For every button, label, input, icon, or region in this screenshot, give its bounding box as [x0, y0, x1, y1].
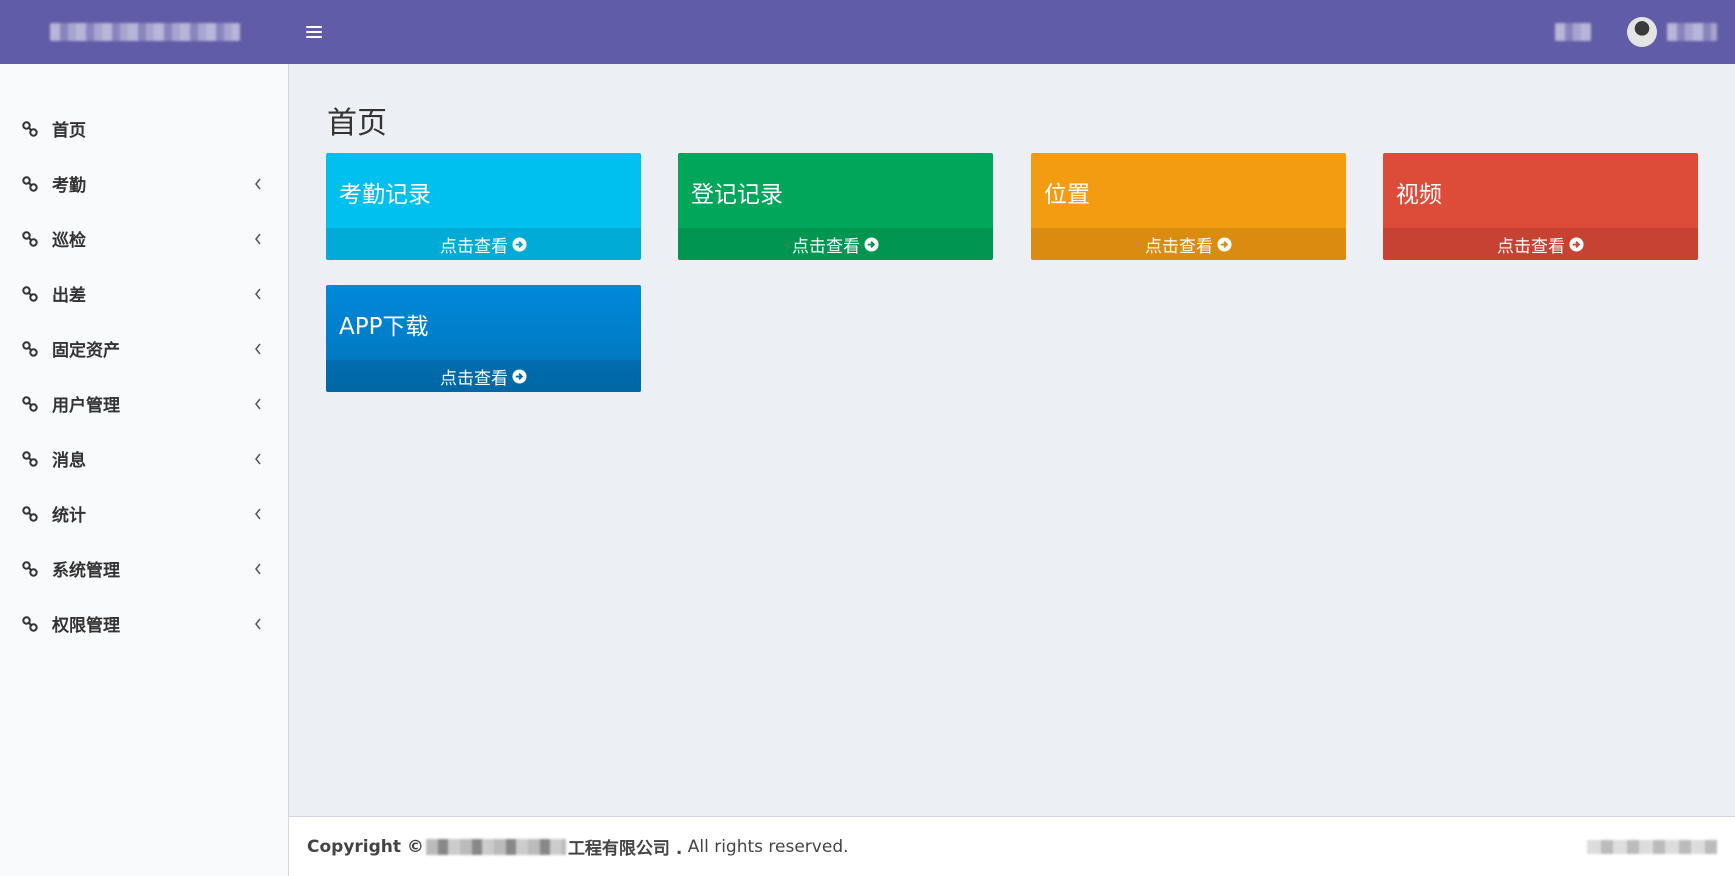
box-view-link[interactable]: 点击查看	[326, 228, 641, 260]
box-view-link[interactable]: 点击查看	[1383, 228, 1698, 260]
arrow-circle-right-icon	[512, 236, 527, 252]
chevron-left-icon	[255, 508, 261, 519]
sidebar-item-label: 出差	[52, 286, 86, 306]
chevron-left-icon	[255, 343, 261, 354]
sidebar-item-user-management[interactable]: 用户管理	[0, 376, 288, 431]
page-footer: Copyright © 工程有限公司 . All rights reserved…	[289, 816, 1735, 876]
sidebar-item-permission-management[interactable]: 权限管理	[0, 596, 288, 651]
copyright-prefix: Copyright ©	[307, 836, 424, 857]
chevron-left-icon	[255, 233, 261, 244]
attendance-records-box[interactable]: 考勤记录 点击查看	[326, 153, 641, 260]
sidebar-item-label: 用户管理	[52, 396, 120, 416]
sidebar-toggle-button[interactable]	[289, 0, 339, 64]
sidebar-item-label: 系统管理	[52, 561, 120, 581]
link-icon	[22, 285, 38, 302]
company-suffix: 工程有限公司 .	[567, 839, 683, 859]
box-link-label: 点击查看	[792, 236, 860, 257]
arrow-circle-right-icon	[864, 236, 879, 252]
box-title: 登记记录	[691, 182, 783, 208]
chevron-left-icon	[255, 288, 261, 299]
link-icon	[22, 340, 38, 357]
box-title: 位置	[1044, 182, 1090, 208]
logo-text-redacted	[49, 23, 240, 41]
chevron-left-icon	[255, 178, 261, 189]
sidebar-item-label: 权限管理	[52, 616, 120, 636]
box-view-link[interactable]: 点击查看	[678, 228, 993, 260]
company-name-redacted	[425, 838, 566, 855]
sidebar-item-label: 考勤	[52, 176, 86, 196]
content-area: 首页 考勤记录 点击查看 登记记录 点击查看 位置 点击查看 视频 点击查看 A…	[289, 64, 1735, 816]
link-icon	[22, 560, 38, 577]
sidebar-item-business-trip[interactable]: 出差	[0, 266, 288, 321]
arrow-circle-right-icon	[512, 368, 527, 384]
sidebar-item-messages[interactable]: 消息	[0, 431, 288, 486]
sidebar-item-label: 首页	[52, 121, 86, 141]
box-link-label: 点击查看	[440, 368, 508, 389]
notifications-redacted[interactable]	[1555, 23, 1591, 41]
link-icon	[22, 395, 38, 412]
top-navbar	[0, 0, 1735, 64]
arrow-circle-right-icon	[1217, 236, 1232, 252]
hamburger-icon	[306, 26, 322, 38]
sidebar-item-label: 固定资产	[52, 341, 120, 361]
box-title: 视频	[1396, 182, 1442, 208]
box-view-link[interactable]: 点击查看	[326, 360, 641, 392]
link-icon	[22, 230, 38, 247]
box-view-link[interactable]: 点击查看	[1031, 228, 1346, 260]
registration-records-box[interactable]: 登记记录 点击查看	[678, 153, 993, 260]
navbar-right	[1555, 0, 1735, 64]
sidebar: 首页 考勤 巡检 出差 固定资产 用户管理 消息 统计 系统管理 权限管理	[0, 64, 289, 876]
box-title: APP下载	[339, 314, 429, 340]
box-link-label: 点击查看	[440, 236, 508, 257]
rights-text: All rights reserved.	[682, 836, 849, 857]
link-icon	[22, 615, 38, 632]
link-icon	[22, 120, 38, 137]
avatar[interactable]	[1627, 17, 1657, 47]
app-logo[interactable]	[0, 0, 289, 64]
chevron-left-icon	[255, 563, 261, 574]
box-link-label: 点击查看	[1145, 236, 1213, 257]
sidebar-item-home[interactable]: 首页	[0, 101, 288, 156]
sidebar-item-attendance[interactable]: 考勤	[0, 156, 288, 211]
sidebar-item-label: 巡检	[52, 231, 86, 251]
link-icon	[22, 450, 38, 467]
link-icon	[22, 505, 38, 522]
box-title: 考勤记录	[339, 182, 431, 208]
chevron-left-icon	[255, 398, 261, 409]
sidebar-item-label: 消息	[52, 451, 86, 471]
sidebar-item-inspection[interactable]: 巡检	[0, 211, 288, 266]
sidebar-item-statistics[interactable]: 统计	[0, 486, 288, 541]
video-box[interactable]: 视频 点击查看	[1383, 153, 1698, 260]
page-title: 首页	[327, 106, 387, 141]
link-icon	[22, 175, 38, 192]
version-redacted	[1587, 839, 1717, 854]
chevron-left-icon	[255, 618, 261, 629]
sidebar-item-fixed-assets[interactable]: 固定资产	[0, 321, 288, 376]
user-name-redacted[interactable]	[1667, 23, 1717, 41]
box-link-label: 点击查看	[1497, 236, 1565, 257]
chevron-left-icon	[255, 453, 261, 464]
app-download-box[interactable]: APP下载 点击查看	[326, 285, 641, 392]
arrow-circle-right-icon	[1569, 236, 1584, 252]
sidebar-item-label: 统计	[52, 506, 86, 526]
location-box[interactable]: 位置 点击查看	[1031, 153, 1346, 260]
sidebar-item-system-management[interactable]: 系统管理	[0, 541, 288, 596]
